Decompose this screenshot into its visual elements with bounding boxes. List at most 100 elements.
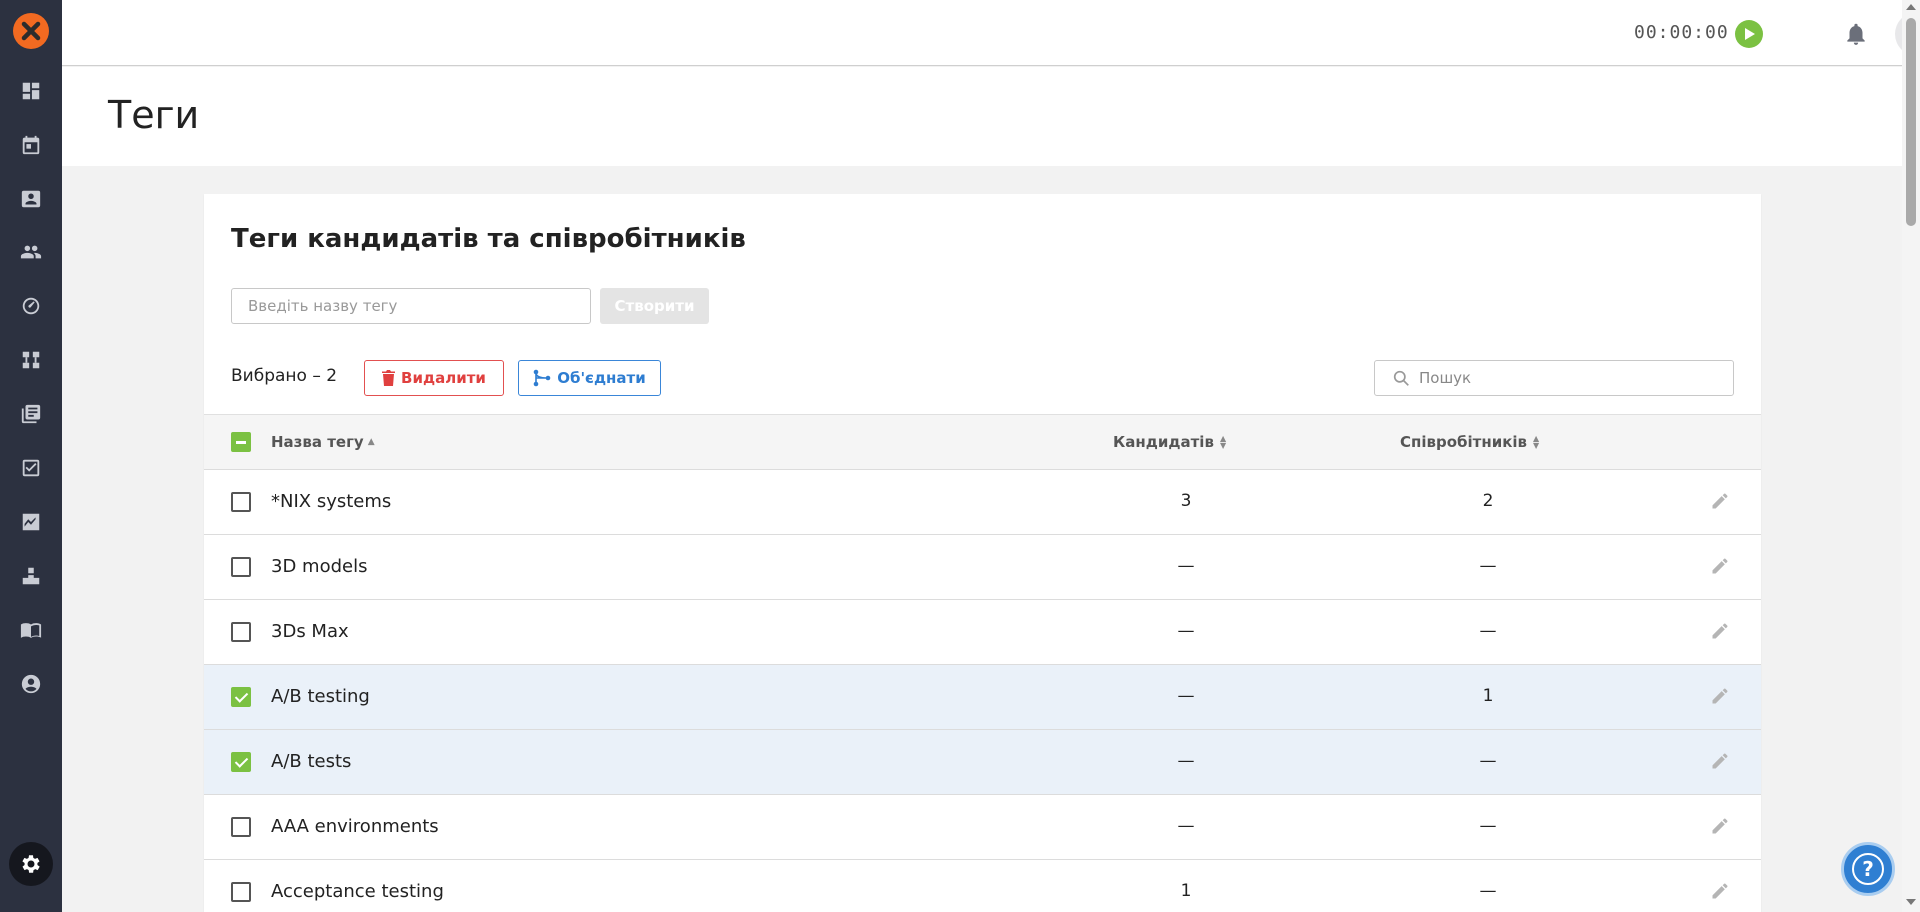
table-row[interactable]: Acceptance testing 1 — <box>204 860 1761 912</box>
scroll-down-arrow-icon[interactable] <box>1906 899 1916 905</box>
page-header: Теги <box>62 67 1902 166</box>
analytics-icon <box>22 513 40 531</box>
tag-name: *NIX systems <box>271 491 392 512</box>
bell-icon <box>1847 23 1865 45</box>
speedometer-icon <box>22 297 40 315</box>
sidebar-item-speedometer[interactable] <box>0 286 62 326</box>
row-checkbox[interactable] <box>231 557 251 577</box>
sidebar <box>0 0 62 912</box>
logo-cross-icon <box>21 21 41 41</box>
sidebar-item-analytics[interactable] <box>0 502 62 542</box>
sidebar-item-book[interactable] <box>0 610 62 650</box>
employees-count: — <box>1479 881 1497 901</box>
sort-asc-icon: ▲ <box>367 437 375 447</box>
card-title: Теги кандидатів та співробітників <box>231 224 746 254</box>
tags-table: Назва тегу ▲ Кандидатів ▲ ▼ Співробітникі… <box>204 414 1761 912</box>
sidebar-item-tasks[interactable] <box>0 448 62 488</box>
candidates-count: — <box>1177 751 1195 771</box>
edit-button[interactable] <box>1710 751 1730 771</box>
search-input[interactable] <box>1419 361 1719 395</box>
boxes-icon <box>22 567 40 585</box>
row-checkbox[interactable] <box>231 882 251 902</box>
edit-button[interactable] <box>1710 556 1730 576</box>
merge-button-label: Об'єднати <box>557 369 646 387</box>
column-header-name[interactable]: Назва тегу ▲ <box>271 433 375 451</box>
scroll-up-arrow-icon[interactable] <box>1906 4 1916 10</box>
table-row[interactable]: 3D models — — <box>204 535 1761 600</box>
sidebar-item-contacts[interactable] <box>0 179 62 219</box>
page-scrollbar[interactable] <box>1902 0 1920 912</box>
pencil-icon <box>1712 623 1728 639</box>
sort-icon: ▲ ▼ <box>1533 434 1540 450</box>
workflow-icon <box>22 351 40 369</box>
gear-icon <box>22 855 40 873</box>
edit-button[interactable] <box>1710 686 1730 706</box>
tag-name: A/B tests <box>271 751 352 772</box>
candidates-count: — <box>1177 621 1195 641</box>
contacts-icon <box>21 190 41 208</box>
merge-icon <box>533 369 551 387</box>
delete-button[interactable]: Видалити <box>364 360 504 396</box>
employees-count: — <box>1479 556 1497 576</box>
pencil-icon <box>1712 818 1728 834</box>
tag-name: A/B testing <box>271 686 370 707</box>
tag-name: 3D models <box>271 556 368 577</box>
row-checkbox[interactable] <box>231 687 251 707</box>
notifications-button[interactable] <box>1843 21 1869 47</box>
table-row[interactable]: *NIX systems 3 2 <box>204 470 1761 535</box>
table-row[interactable]: 3Ds Max — — <box>204 600 1761 665</box>
sidebar-item-people[interactable] <box>0 232 62 272</box>
candidates-count: 3 <box>1180 491 1192 511</box>
sidebar-item-boxes[interactable] <box>0 556 62 596</box>
table-row[interactable]: A/B testing — 1 <box>204 665 1761 730</box>
tags-card: Теги кандидатів та співробітників Створи… <box>204 194 1761 912</box>
search-field[interactable] <box>1374 360 1734 396</box>
row-checkbox[interactable] <box>231 492 251 512</box>
people-icon <box>20 245 42 259</box>
row-checkbox[interactable] <box>231 622 251 642</box>
merge-button[interactable]: Об'єднати <box>518 360 661 396</box>
tag-name: Acceptance testing <box>271 881 444 902</box>
edit-button[interactable] <box>1710 491 1730 511</box>
select-all-checkbox[interactable] <box>231 432 251 452</box>
edit-button[interactable] <box>1710 621 1730 641</box>
selected-count: Вибрано – 2 <box>231 366 338 386</box>
search-icon <box>1393 370 1409 386</box>
create-tag-button[interactable]: Створити <box>600 288 709 324</box>
column-header-candidates[interactable]: Кандидатів ▲ ▼ <box>1113 433 1226 451</box>
sidebar-item-dashboard[interactable] <box>0 71 62 111</box>
employees-count: — <box>1479 751 1497 771</box>
employees-count: 1 <box>1482 686 1494 706</box>
tag-name: AAA environments <box>271 816 439 837</box>
sidebar-item-library[interactable] <box>0 394 62 434</box>
sidebar-item-workflow[interactable] <box>0 340 62 380</box>
scrollbar-thumb[interactable] <box>1906 18 1916 226</box>
column-header-employees[interactable]: Співробітників ▲ ▼ <box>1400 433 1539 451</box>
employees-count: — <box>1479 621 1497 641</box>
tag-name: 3Ds Max <box>271 621 349 642</box>
settings-button[interactable] <box>9 842 53 886</box>
new-tag-input[interactable] <box>231 288 591 324</box>
table-header: Назва тегу ▲ Кандидатів ▲ ▼ Співробітникі… <box>204 414 1761 470</box>
help-button[interactable]: ? <box>1841 842 1895 896</box>
sidebar-item-calendar[interactable] <box>0 125 62 165</box>
candidates-count: — <box>1177 556 1195 576</box>
candidates-count: — <box>1177 816 1195 836</box>
row-checkbox[interactable] <box>231 817 251 837</box>
calendar-icon <box>22 135 40 155</box>
tasks-check-icon <box>22 459 40 477</box>
table-row[interactable]: AAA environments — — <box>204 795 1761 860</box>
employees-count: 2 <box>1482 491 1494 511</box>
table-row[interactable]: A/B tests — — <box>204 730 1761 795</box>
sidebar-item-account[interactable] <box>0 664 62 704</box>
timer-play-button[interactable] <box>1735 20 1763 48</box>
time-tracker-display: 00:00:00 <box>1634 22 1729 43</box>
question-mark-icon: ? <box>1852 853 1884 885</box>
row-checkbox[interactable] <box>231 752 251 772</box>
edit-button[interactable] <box>1710 816 1730 836</box>
pencil-icon <box>1712 558 1728 574</box>
candidates-count: — <box>1177 686 1195 706</box>
app-logo[interactable] <box>13 13 49 49</box>
edit-button[interactable] <box>1710 881 1730 901</box>
topbar: 00:00:00 <box>62 0 1920 66</box>
